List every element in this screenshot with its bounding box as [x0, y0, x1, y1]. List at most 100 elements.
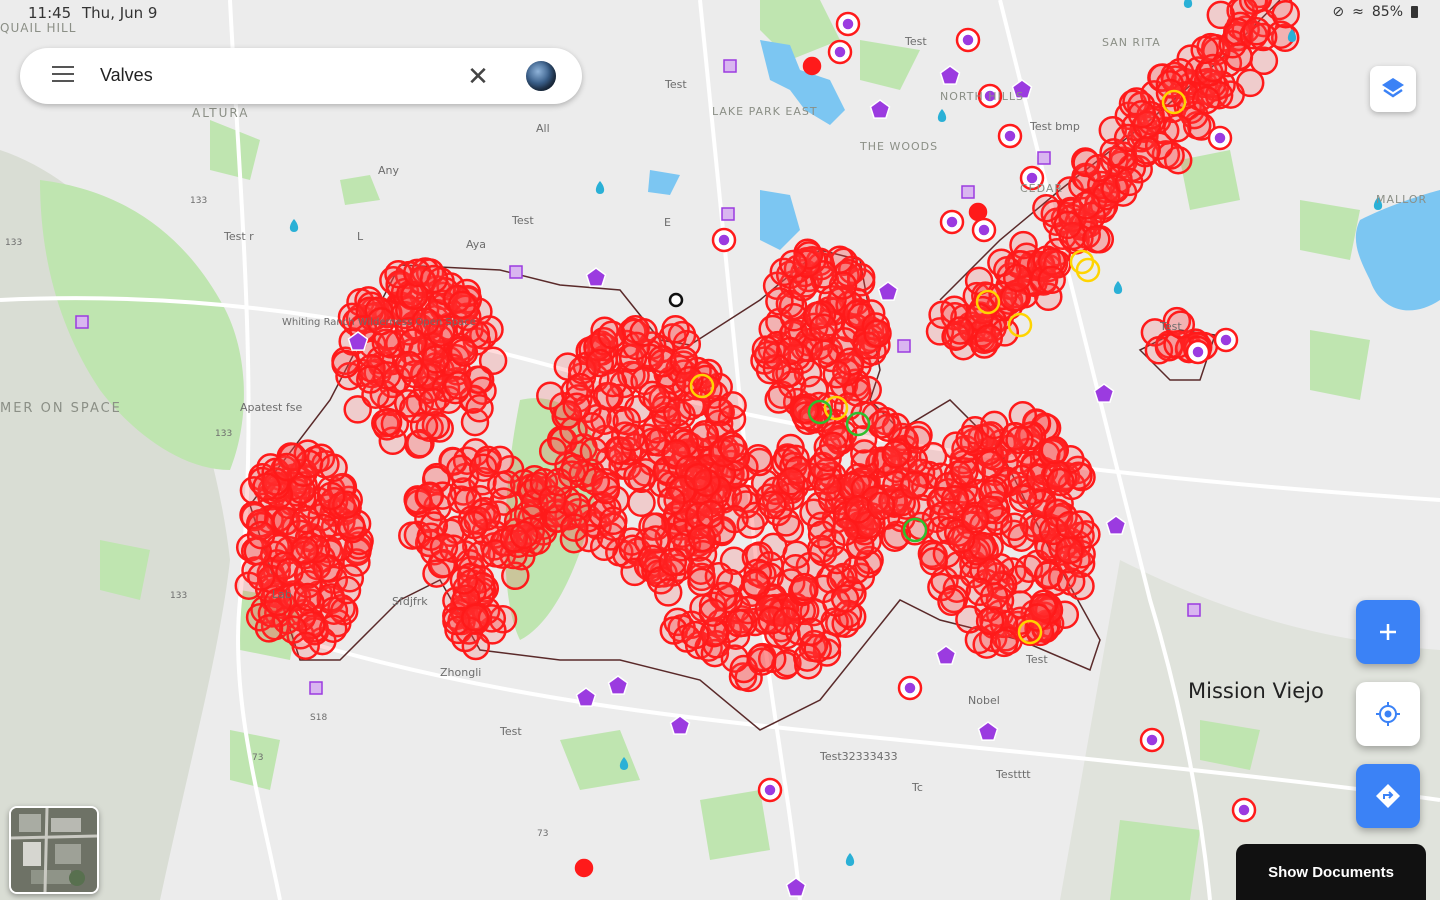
- point-marker[interactable]: [574, 858, 594, 878]
- valve-marker[interactable]: [485, 445, 515, 475]
- valve-marker[interactable]: [1242, 17, 1271, 46]
- point-marker[interactable]: [968, 202, 988, 222]
- valve-marker[interactable]: [319, 453, 348, 483]
- valve-marker[interactable]: [562, 392, 592, 421]
- valve-marker[interactable]: [772, 606, 801, 636]
- valve-marker[interactable]: [579, 437, 609, 466]
- add-button[interactable]: [1356, 600, 1420, 664]
- valve-marker[interactable]: [465, 394, 494, 423]
- close-icon[interactable]: ✕: [464, 62, 492, 90]
- valve-marker[interactable]: [740, 568, 770, 598]
- alert-marker-core[interactable]: [1026, 172, 1038, 184]
- document-marker[interactable]: [75, 315, 89, 329]
- alert-marker-core[interactable]: [764, 784, 776, 796]
- valve-marker[interactable]: [1190, 35, 1219, 65]
- valve-marker[interactable]: [822, 545, 852, 575]
- valve-marker[interactable]: [1249, 46, 1279, 76]
- valve-marker[interactable]: [818, 431, 848, 461]
- valve-marker[interactable]: [1127, 100, 1157, 129]
- alert-marker-core[interactable]: [842, 18, 854, 30]
- valve-marker[interactable]: [778, 249, 808, 279]
- valve-marker[interactable]: [252, 472, 281, 501]
- directions-button[interactable]: [1356, 764, 1420, 828]
- valve-marker[interactable]: [356, 365, 385, 394]
- valve-marker[interactable]: [449, 338, 479, 367]
- show-documents-button[interactable]: Show Documents: [1236, 844, 1426, 900]
- valve-marker[interactable]: [698, 598, 728, 627]
- valve-marker[interactable]: [720, 504, 749, 534]
- alert-marker-core[interactable]: [1004, 130, 1016, 142]
- valve-marker[interactable]: [443, 371, 473, 400]
- layers-button[interactable]: [1370, 66, 1416, 112]
- document-marker[interactable]: [509, 265, 523, 279]
- valve-marker[interactable]: [272, 452, 301, 482]
- valve-marker[interactable]: [1040, 435, 1070, 465]
- valve-marker[interactable]: [809, 313, 838, 342]
- valve-marker[interactable]: [791, 395, 820, 424]
- my-location-button[interactable]: [1356, 682, 1420, 746]
- alert-marker-core[interactable]: [962, 34, 974, 46]
- document-marker[interactable]: [961, 185, 975, 199]
- valve-marker[interactable]: [429, 533, 459, 562]
- document-marker[interactable]: [1037, 151, 1051, 165]
- valve-marker[interactable]: [904, 420, 933, 450]
- valve-marker[interactable]: [418, 387, 447, 417]
- valve-marker[interactable]: [1271, 0, 1300, 29]
- valve-marker[interactable]: [681, 620, 710, 650]
- valve-marker[interactable]: [1032, 193, 1061, 223]
- valve-marker[interactable]: [867, 410, 896, 439]
- valve-marker[interactable]: [718, 391, 747, 420]
- valve-marker[interactable]: [945, 316, 975, 345]
- valve-marker[interactable]: [419, 264, 449, 294]
- valve-marker[interactable]: [974, 323, 1003, 353]
- alert-marker-core[interactable]: [718, 234, 730, 246]
- globe-icon[interactable]: [526, 61, 556, 91]
- satellite-view-toggle[interactable]: [9, 806, 99, 894]
- valve-marker[interactable]: [461, 631, 491, 661]
- document-marker[interactable]: [721, 207, 735, 221]
- valve-marker[interactable]: [316, 481, 346, 511]
- valve-marker[interactable]: [291, 504, 321, 534]
- valve-marker[interactable]: [658, 547, 688, 577]
- valve-marker[interactable]: [293, 582, 323, 612]
- document-marker[interactable]: [309, 681, 323, 695]
- alert-marker-core[interactable]: [904, 682, 916, 694]
- alert-marker-core[interactable]: [1238, 804, 1250, 816]
- valve-marker[interactable]: [581, 467, 611, 496]
- valve-marker[interactable]: [1008, 484, 1038, 513]
- valve-marker[interactable]: [415, 481, 445, 510]
- valve-marker[interactable]: [790, 572, 819, 602]
- alert-marker-core[interactable]: [1214, 132, 1226, 144]
- alert-marker-core[interactable]: [1192, 346, 1204, 358]
- valve-marker[interactable]: [1163, 113, 1192, 143]
- point-marker[interactable]: [802, 56, 822, 76]
- search-bar[interactable]: Valves ✕: [20, 48, 582, 104]
- valve-marker[interactable]: [538, 436, 568, 466]
- valve-marker[interactable]: [863, 319, 892, 348]
- valve-marker[interactable]: [687, 523, 717, 553]
- valve-marker[interactable]: [955, 424, 984, 454]
- valve-marker[interactable]: [1000, 512, 1029, 542]
- ring-marker[interactable]: [668, 292, 684, 308]
- valve-marker[interactable]: [585, 348, 615, 378]
- valve-marker[interactable]: [751, 335, 781, 364]
- valve-marker[interactable]: [332, 575, 362, 605]
- valve-marker[interactable]: [461, 603, 490, 632]
- valve-marker[interactable]: [409, 411, 439, 440]
- alert-marker-core[interactable]: [978, 224, 990, 236]
- valve-marker[interactable]: [881, 440, 911, 469]
- valve-marker[interactable]: [373, 407, 403, 437]
- valve-marker[interactable]: [696, 499, 725, 529]
- valve-marker[interactable]: [1046, 467, 1075, 497]
- valve-marker[interactable]: [1002, 263, 1032, 293]
- valve-marker[interactable]: [777, 467, 806, 496]
- valve-marker[interactable]: [1114, 167, 1144, 197]
- valve-marker[interactable]: [683, 462, 713, 492]
- valve-marker[interactable]: [449, 566, 479, 595]
- valve-marker[interactable]: [758, 490, 787, 520]
- valve-marker[interactable]: [1072, 191, 1101, 220]
- document-marker[interactable]: [1187, 603, 1201, 617]
- valve-marker[interactable]: [275, 557, 304, 587]
- valve-marker[interactable]: [830, 584, 860, 613]
- valve-marker[interactable]: [657, 486, 686, 515]
